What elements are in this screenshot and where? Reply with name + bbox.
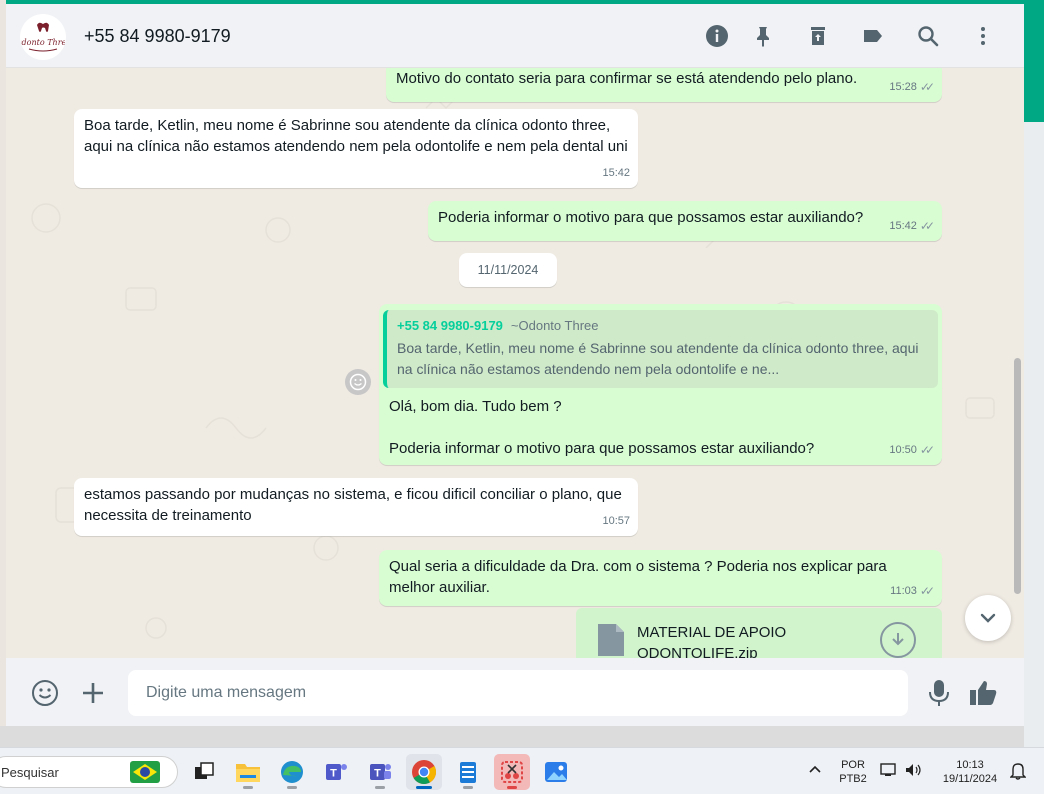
message-time: 11:03 bbox=[890, 585, 917, 597]
attach-plus-icon[interactable] bbox=[78, 678, 108, 708]
language-indicator[interactable]: POR PTB2 bbox=[834, 758, 872, 786]
quoted-message[interactable]: +55 84 9980-9179 ~Odonto Three Boa tarde… bbox=[383, 310, 938, 388]
keyboard-layout: PTB2 bbox=[839, 773, 867, 785]
chat-header: Odonto Three +55 84 9980-9179 bbox=[6, 4, 1024, 68]
whatsapp-window: Odonto Three +55 84 9980-9179 bbox=[6, 4, 1024, 726]
snipping-tool-icon[interactable] bbox=[494, 754, 530, 790]
clock-time: 10:13 bbox=[956, 759, 984, 771]
tray-status-icons[interactable] bbox=[880, 762, 928, 778]
svg-text:T: T bbox=[374, 768, 381, 780]
file-name: MATERIAL DE APOIO ODONTOLIFE.zip bbox=[637, 622, 786, 658]
message-time: 15:42 bbox=[602, 167, 630, 179]
clock[interactable]: 10:13 19/11/2024 bbox=[934, 758, 1006, 786]
taskbar-search[interactable]: Pesquisar bbox=[0, 756, 178, 788]
contact-name[interactable]: +55 84 9980-9179 bbox=[84, 26, 231, 47]
volume-icon bbox=[906, 764, 921, 776]
message-meta: 15:42 bbox=[602, 163, 630, 184]
teams-icon[interactable]: T bbox=[318, 754, 354, 790]
language-code: POR bbox=[841, 759, 865, 771]
message-time: 10:50 bbox=[889, 444, 917, 456]
message-text: Poderia informar o motivo para que possa… bbox=[438, 209, 864, 226]
message-composer bbox=[6, 658, 1024, 726]
message-time: 15:42 bbox=[889, 220, 917, 232]
svg-text:Odonto Three: Odonto Three bbox=[21, 38, 65, 47]
message-time: 15:28 bbox=[889, 81, 917, 93]
chrome-icon[interactable] bbox=[406, 754, 442, 790]
message-text-line: Olá, bom dia. Tudo bem ? bbox=[389, 398, 562, 415]
thumbs-up-icon[interactable] bbox=[968, 678, 998, 708]
chevron-down-icon bbox=[980, 613, 996, 623]
info-icon[interactable] bbox=[703, 22, 731, 50]
message-meta: 10:50 ✓✓ bbox=[889, 440, 935, 461]
contact-avatar[interactable]: Odonto Three bbox=[20, 14, 66, 60]
message-meta: 15:42 ✓✓ bbox=[889, 216, 935, 237]
taskbar-search-text: Pesquisar bbox=[1, 765, 59, 780]
message-bubble-incoming[interactable]: Boa tarde, Ketlin, meu nome é Sabrinne s… bbox=[74, 109, 638, 188]
message-bubble-incoming[interactable]: estamos passando por mudanças no sistema… bbox=[74, 478, 638, 536]
odonto-three-logo: Odonto Three bbox=[21, 22, 65, 52]
message-text: Motivo do contato seria para confirmar s… bbox=[396, 70, 858, 87]
pin-icon[interactable] bbox=[749, 22, 777, 50]
microphone-icon[interactable] bbox=[924, 678, 954, 708]
read-ticks-icon: ✓✓ bbox=[919, 584, 935, 598]
message-meta: 10:57 bbox=[602, 511, 630, 532]
message-meta: 11:03 ✓✓ bbox=[890, 581, 935, 602]
message-time: 10:57 bbox=[602, 515, 630, 527]
notification-bell-icon[interactable] bbox=[1008, 762, 1028, 784]
label-icon[interactable] bbox=[859, 22, 887, 50]
search-icon[interactable] bbox=[914, 22, 942, 50]
react-emoji-icon[interactable] bbox=[345, 369, 371, 395]
quoted-sender-name: ~Odonto Three bbox=[510, 318, 599, 333]
quoted-text: Boa tarde, Ketlin, meu nome é Sabrinne s… bbox=[397, 340, 919, 377]
teams-work-icon[interactable]: T bbox=[362, 754, 398, 790]
read-ticks-icon: ✓✓ bbox=[919, 80, 935, 94]
delete-icon[interactable] bbox=[804, 22, 832, 50]
message-text: Qual seria a dificuldade da Dra. com o s… bbox=[389, 558, 887, 596]
document-icon bbox=[598, 624, 624, 656]
message-text-line: Poderia informar o motivo para que possa… bbox=[389, 440, 815, 457]
message-text: estamos passando por mudanças no sistema… bbox=[84, 486, 622, 524]
scroll-to-bottom-button[interactable] bbox=[965, 595, 1011, 641]
taskbar: Pesquisar T T POR PTB2 10:13 19/11/2024 bbox=[0, 747, 1044, 794]
right-accent-strip bbox=[1024, 0, 1044, 122]
message-bubble-outgoing[interactable]: Poderia informar o motivo para que possa… bbox=[428, 201, 942, 241]
photos-icon[interactable] bbox=[538, 754, 574, 790]
emoji-icon[interactable] bbox=[30, 678, 60, 708]
notepad-icon[interactable] bbox=[450, 754, 486, 790]
file-name-line: MATERIAL DE APOIO bbox=[637, 624, 787, 641]
task-view-icon[interactable] bbox=[186, 754, 222, 790]
read-ticks-icon: ✓✓ bbox=[919, 443, 935, 457]
file-explorer-icon[interactable] bbox=[230, 754, 266, 790]
message-scrollbar[interactable] bbox=[1014, 358, 1021, 594]
file-name-line: ODONTOLIFE.zip bbox=[637, 645, 758, 658]
quoted-sender-number: +55 84 9980-9179 bbox=[397, 318, 503, 333]
download-icon[interactable] bbox=[880, 622, 916, 658]
message-list[interactable]: Motivo do contato seria para confirmar s… bbox=[6, 68, 1024, 658]
network-icon bbox=[880, 763, 896, 776]
tray-overflow-chevron-icon[interactable] bbox=[805, 762, 825, 780]
right-background-strip bbox=[1024, 122, 1044, 747]
brazil-flag-icon bbox=[130, 761, 160, 783]
message-bubble-outgoing[interactable]: Motivo do contato seria para confirmar s… bbox=[386, 68, 942, 102]
svg-text:T: T bbox=[330, 768, 337, 780]
message-meta: 15:28 ✓✓ bbox=[889, 77, 935, 98]
edge-browser-icon[interactable] bbox=[274, 754, 310, 790]
message-input[interactable] bbox=[128, 670, 908, 716]
read-ticks-icon: ✓✓ bbox=[919, 219, 935, 233]
date-separator: 11/11/2024 bbox=[459, 253, 557, 287]
message-bubble-outgoing-reply[interactable]: +55 84 9980-9179 ~Odonto Three Boa tarde… bbox=[379, 304, 942, 465]
menu-icon[interactable] bbox=[969, 22, 997, 50]
clock-date: 19/11/2024 bbox=[942, 773, 998, 785]
file-attachment[interactable]: MATERIAL DE APOIO ODONTOLIFE.zip bbox=[576, 608, 942, 658]
message-text: Boa tarde, Ketlin, meu nome é Sabrinne s… bbox=[84, 117, 628, 155]
message-bubble-outgoing[interactable]: Qual seria a dificuldade da Dra. com o s… bbox=[379, 550, 942, 606]
